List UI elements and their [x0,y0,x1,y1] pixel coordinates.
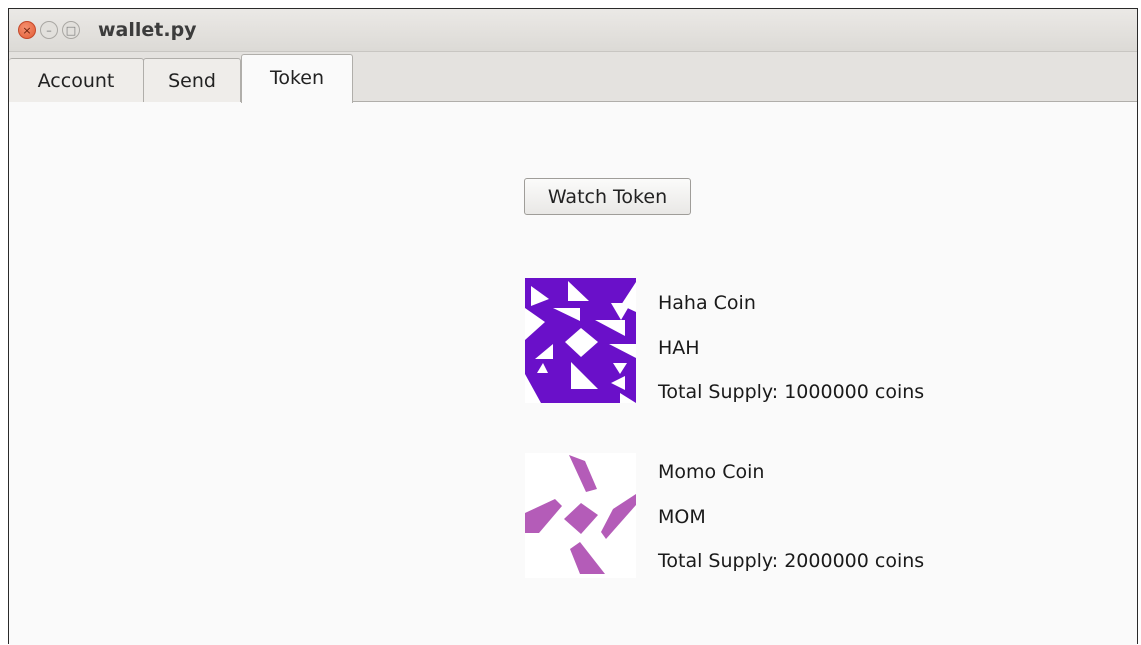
tab-account[interactable]: Account [9,58,144,102]
haha-coin-identicon-icon [525,278,636,403]
token-name: Momo Coin [658,461,765,483]
app-window: × – □ wallet.py Account Send Token Watch… [8,8,1138,645]
token-symbol: HAH [658,337,700,359]
tab-bar: Account Send Token [9,52,1137,103]
momo-coin-identicon-icon [525,453,636,578]
watch-token-button[interactable]: Watch Token [524,178,691,215]
tab-send[interactable]: Send [143,58,241,102]
maximize-button[interactable]: □ [62,21,80,39]
tab-token[interactable]: Token [241,54,353,103]
window-title: wallet.py [98,19,197,41]
token-tab-panel: Watch Token Haha Coin HAH Total Supply: … [9,102,1137,645]
token-supply: Total Supply: 1000000 coins [658,381,925,403]
minimize-button[interactable]: – [40,21,58,39]
close-icon: × [22,23,32,37]
close-button[interactable]: × [18,21,36,39]
token-symbol: MOM [658,506,706,528]
token-supply: Total Supply: 2000000 coins [658,550,925,572]
minimize-icon: – [46,23,52,37]
token-name: Haha Coin [658,292,756,314]
title-bar: × – □ wallet.py [9,9,1137,52]
maximize-icon: □ [65,23,77,37]
